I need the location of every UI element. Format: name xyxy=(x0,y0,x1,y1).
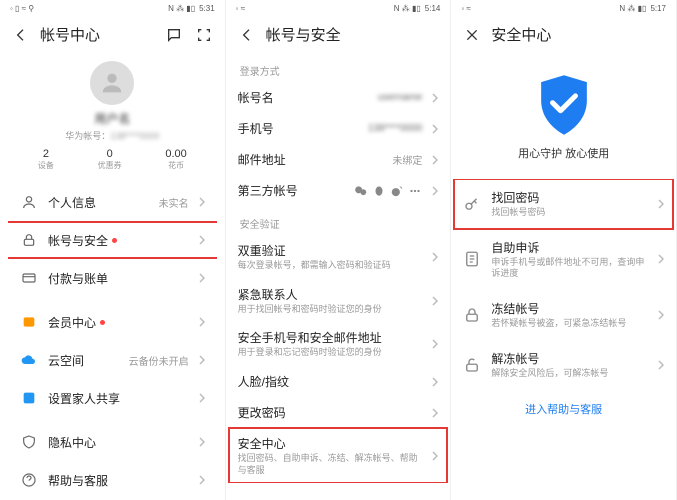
status-bar: ◦ ▯ ≈ ⚲ N ⁂ ▮▯ 5:31 xyxy=(0,0,225,16)
unlock-icon xyxy=(463,356,481,374)
header: 安全中心 xyxy=(451,16,676,53)
wechat-icon xyxy=(354,184,368,198)
avatar xyxy=(90,61,134,105)
shield-icon xyxy=(536,73,592,137)
page-title: 安全中心 xyxy=(491,24,664,45)
row-help[interactable]: 帮助与客服 xyxy=(8,461,217,499)
row-privacy[interactable]: 隐私中心 xyxy=(8,423,217,461)
row-recover-pwd[interactable]: 找回密码找回帐号密码 xyxy=(451,179,676,229)
lock-icon xyxy=(20,231,38,249)
header: 帐号与安全 xyxy=(226,16,451,53)
row-safe-contact[interactable]: 安全手机号和安全邮件地址用于登录和忘记密码时验证您的身份 xyxy=(226,322,451,366)
uid: 华为帐号：138****0000 xyxy=(65,129,159,142)
stat-devices[interactable]: 2设备 xyxy=(38,148,54,171)
stat-coins[interactable]: 0.00花币 xyxy=(165,148,186,171)
row-personal-info[interactable]: 个人信息 未实名 xyxy=(8,183,217,221)
doc-icon xyxy=(463,250,481,268)
help-link[interactable]: 进入帮助与客服 xyxy=(451,389,676,429)
member-icon xyxy=(20,313,38,331)
header: 帐号中心 xyxy=(0,16,225,53)
red-dot xyxy=(100,320,105,325)
row-security-center[interactable]: 安全中心找回密码、自助申诉、冻结、解冻帐号、帮助与客服 xyxy=(226,428,451,483)
cloud-icon xyxy=(20,351,38,369)
username: 用户名 xyxy=(94,110,130,127)
row-appeal[interactable]: 自助申诉申诉手机号或邮件地址不可用，查询申诉进度 xyxy=(451,229,676,290)
row-phone[interactable]: 手机号138****0000 xyxy=(226,113,451,144)
row-member[interactable]: 会员中心 xyxy=(8,303,217,341)
row-username[interactable]: 帐号名username xyxy=(226,82,451,113)
section-login: 登录方式 xyxy=(226,53,451,82)
close-icon[interactable] xyxy=(463,26,481,44)
family-icon xyxy=(20,389,38,407)
row-change-pwd[interactable]: 更改密码 xyxy=(226,397,451,428)
chat-icon[interactable] xyxy=(165,26,183,44)
row-account-security[interactable]: 帐号与安全 xyxy=(8,221,217,259)
person-icon xyxy=(20,193,38,211)
row-freeze[interactable]: 冻结帐号若怀疑帐号被盗，可紧急冻结帐号 xyxy=(451,290,676,340)
page-title: 帐号中心 xyxy=(40,24,155,45)
row-family[interactable]: 设置家人共享 xyxy=(8,379,217,417)
third-party-icons xyxy=(354,184,422,198)
status-bar: ◦ ≈ N ⁂ ▮▯ 5:17 xyxy=(451,0,676,16)
more-icon xyxy=(408,184,422,198)
stat-coupons[interactable]: 0优惠券 xyxy=(98,148,122,171)
back-icon[interactable] xyxy=(12,26,30,44)
row-biometric[interactable]: 人脸/指纹 xyxy=(226,366,451,397)
help-icon xyxy=(20,471,38,489)
red-dot xyxy=(112,238,117,243)
chevron-right-icon xyxy=(199,197,205,207)
key-icon xyxy=(463,195,481,213)
card-icon xyxy=(20,269,38,287)
section-security: 安全验证 xyxy=(226,206,451,235)
back-icon[interactable] xyxy=(238,26,256,44)
row-payment[interactable]: 付款与账单 xyxy=(8,259,217,297)
row-emergency[interactable]: 紧急联系人用于找回帐号和密码时验证您的身份 xyxy=(226,279,451,323)
weibo-icon xyxy=(390,184,404,198)
lock-icon xyxy=(463,306,481,324)
row-third-party[interactable]: 第三方帐号 xyxy=(226,175,451,206)
shield-text: 用心守护 放心使用 xyxy=(451,145,676,161)
profile[interactable]: 用户名 华为帐号：138****0000 2设备 0优惠券 0.00花币 xyxy=(0,53,225,177)
page-title: 帐号与安全 xyxy=(266,24,439,45)
row-unfreeze[interactable]: 解冻帐号解除安全风险后，可解冻帐号 xyxy=(451,340,676,390)
row-email[interactable]: 邮件地址未绑定 xyxy=(226,144,451,175)
row-cloud[interactable]: 云空间 云备份未开启 xyxy=(8,341,217,379)
scan-icon[interactable] xyxy=(195,26,213,44)
privacy-icon xyxy=(20,433,38,451)
qq-icon xyxy=(372,184,386,198)
status-bar: ◦ ≈ N ⁂ ▮▯ 5:14 xyxy=(226,0,451,16)
row-2fa[interactable]: 双重验证每次登录帐号，都需输入密码和验证码 xyxy=(226,235,451,279)
